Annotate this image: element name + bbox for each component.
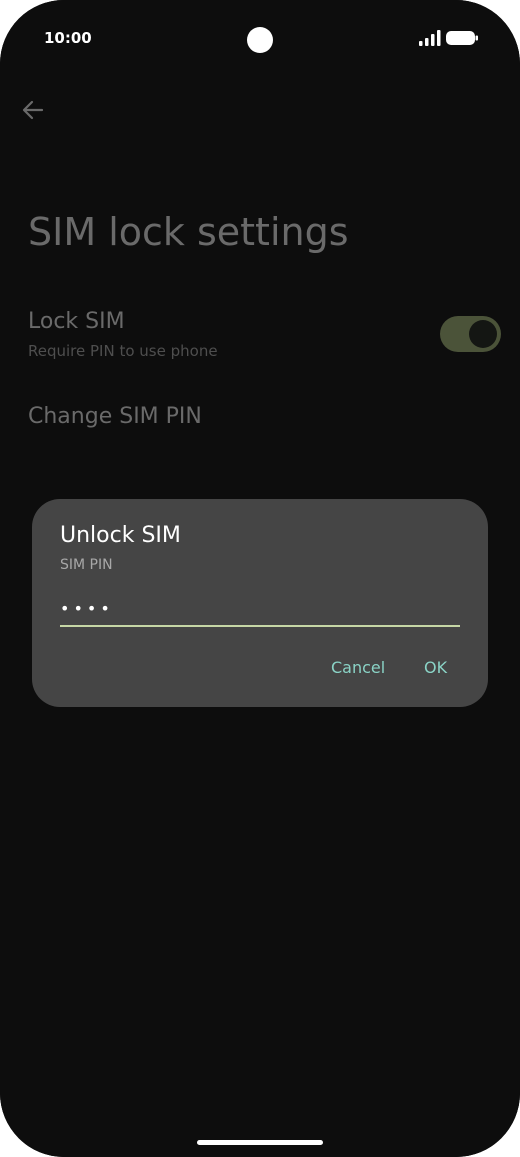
phone-frame: 10:00 SIM lock settings Lock SIM Require… [0,0,520,1157]
cancel-button[interactable]: Cancel [331,658,385,677]
ok-button[interactable]: OK [424,658,447,677]
camera-cutout [247,27,273,53]
status-time: 10:00 [44,29,92,47]
lock-sim-title[interactable]: Lock SIM [28,309,125,334]
home-indicator[interactable] [197,1140,323,1145]
battery-icon [446,31,478,45]
dialog-title: Unlock SIM [60,523,181,548]
lock-sim-subtitle: Require PIN to use phone [28,342,218,360]
lock-sim-toggle-thumb [469,320,497,348]
sim-pin-label: SIM PIN [60,557,113,573]
sim-pin-input[interactable] [60,591,460,627]
screen: 10:00 SIM lock settings Lock SIM Require… [0,0,520,1157]
unlock-sim-dialog: Unlock SIM SIM PIN Cancel OK [32,499,488,707]
page-title: SIM lock settings [28,210,349,254]
change-sim-pin-item[interactable]: Change SIM PIN [28,404,202,429]
arrow-back-icon[interactable] [22,99,44,121]
signal-icon [419,30,441,46]
